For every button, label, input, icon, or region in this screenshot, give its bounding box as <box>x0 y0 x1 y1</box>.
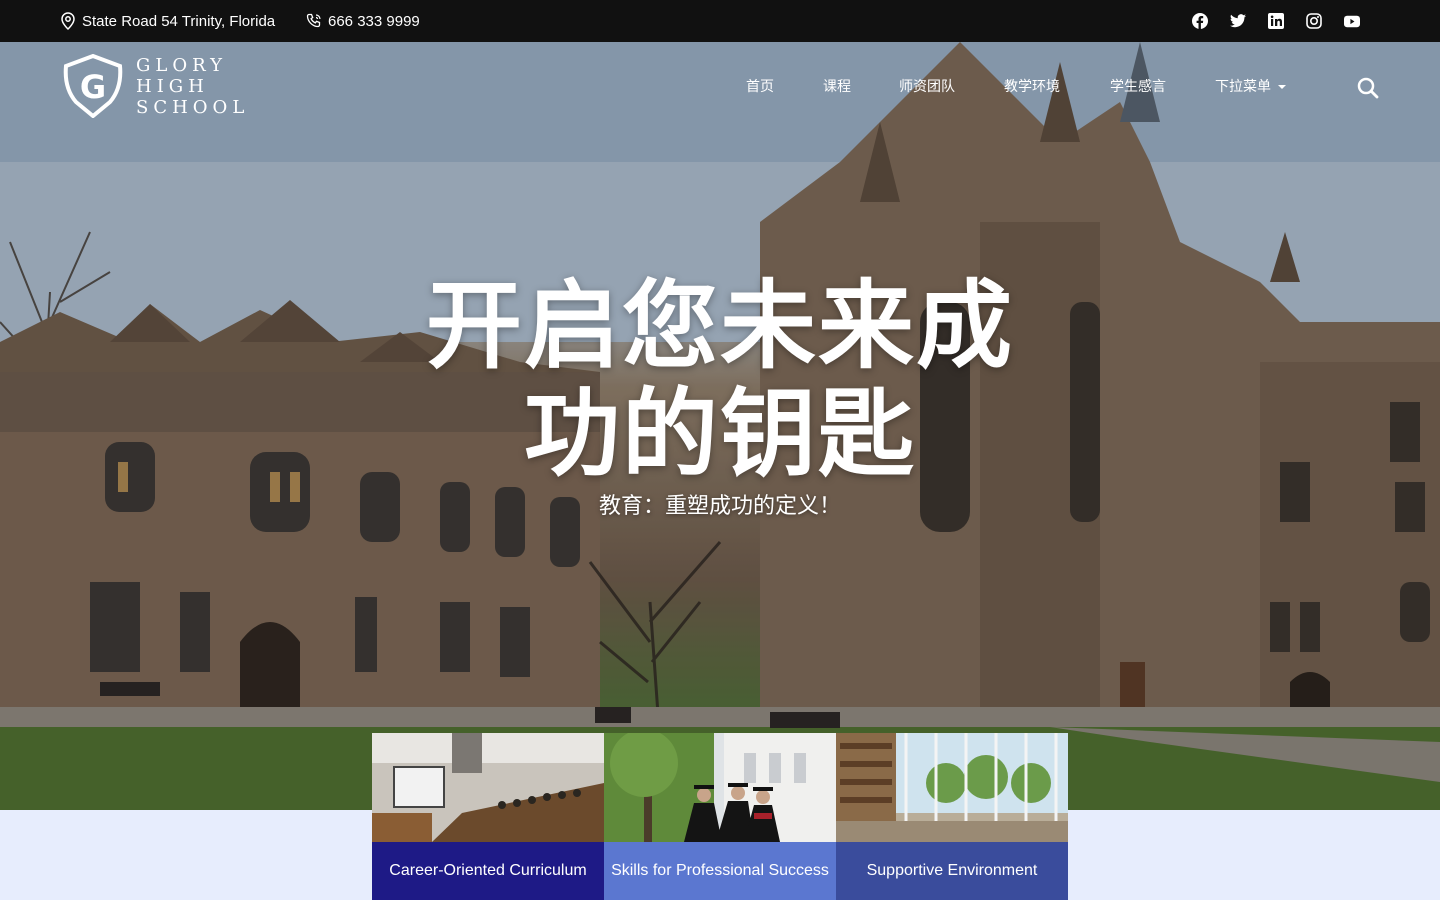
phone[interactable]: 666 333 9999 <box>306 0 420 42</box>
youtube-icon[interactable] <box>1344 13 1360 29</box>
phone-icon <box>306 13 322 29</box>
graduates-photo <box>604 733 836 842</box>
main-nav: 首页 课程 师资团队 教学环境 学生感言 下拉菜单 <box>0 72 1440 100</box>
phone-number: 666 333 9999 <box>328 12 420 30</box>
nav-environment[interactable]: 教学环境 <box>1004 72 1060 100</box>
facebook-icon[interactable] <box>1192 13 1208 29</box>
feature-label: Career-Oriented Curriculum <box>372 842 604 900</box>
location-pin-icon <box>60 12 76 30</box>
address-text: State Road 54 Trinity, Florida <box>82 12 276 30</box>
twitter-icon[interactable] <box>1230 13 1246 29</box>
lecture-hall-photo <box>372 733 604 842</box>
feature-label: Skills for Professional Success <box>604 842 836 900</box>
hero-title-line2: 功的钥匙 <box>524 378 916 490</box>
hero-subtitle: 教育：重塑成功的定义！ <box>598 493 841 518</box>
library-photo <box>836 733 1068 842</box>
feature-card-skills[interactable]: Skills for Professional Success <box>604 733 836 900</box>
nav-faculty[interactable]: 师资团队 <box>899 72 955 100</box>
feature-label: Supportive Environment <box>836 842 1068 900</box>
hero-title: 开启您未来成 功的钥匙 <box>300 272 1140 488</box>
feature-cards: Career-Oriented Curriculum Skills for Pr… <box>372 733 1068 900</box>
feature-card-curriculum[interactable]: Career-Oriented Curriculum <box>372 733 604 900</box>
social-links <box>1192 0 1360 42</box>
nav-home[interactable]: 首页 <box>746 72 774 100</box>
top-bar: State Road 54 Trinity, Florida 666 333 9… <box>0 0 1440 42</box>
hero-title-line1: 开启您未来成 <box>426 270 1014 382</box>
nav-dropdown[interactable]: 下拉菜单 <box>1215 72 1286 100</box>
nav-courses[interactable]: 课程 <box>823 72 851 100</box>
nav-testimonials[interactable]: 学生感言 <box>1110 72 1166 100</box>
linkedin-icon[interactable] <box>1268 13 1284 29</box>
instagram-icon[interactable] <box>1306 13 1322 29</box>
search-icon[interactable] <box>1356 76 1380 100</box>
caret-down-icon <box>1277 85 1286 90</box>
feature-card-environment[interactable]: Supportive Environment <box>836 733 1068 900</box>
nav-dropdown-label: 下拉菜单 <box>1215 78 1271 94</box>
address: State Road 54 Trinity, Florida <box>60 0 275 42</box>
